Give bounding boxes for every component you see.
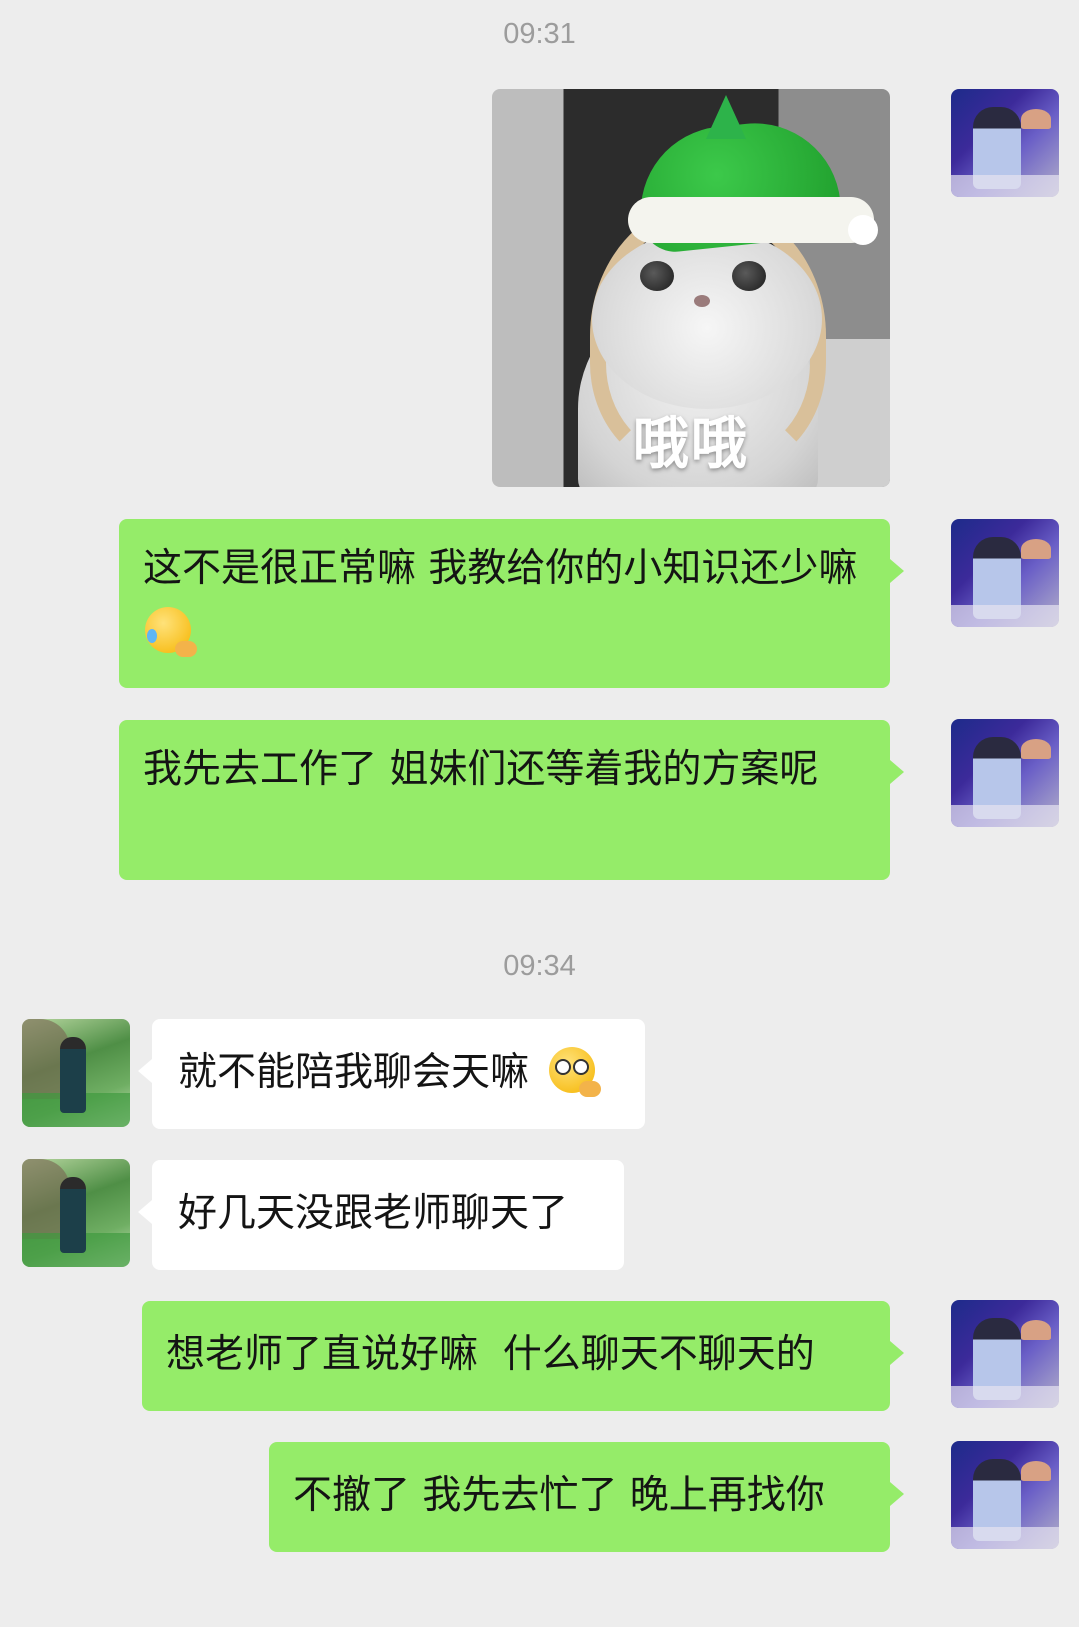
cat-sticker-image[interactable]: 哦哦 (492, 89, 890, 487)
contact-avatar[interactable] (22, 1159, 130, 1267)
message-text: 这不是很正常嘛 我教给你的小知识还少嘛 (143, 546, 858, 591)
face-with-tears-of-joy-icon (145, 607, 197, 657)
message-text: 就不能陪我聊会天嘛 (178, 1050, 530, 1095)
pleading-face-icon (549, 1047, 602, 1097)
message-bubble[interactable]: 就不能陪我聊会天嘛 (138, 1019, 645, 1129)
my-avatar[interactable] (951, 519, 1059, 627)
contact-avatar[interactable] (22, 1019, 130, 1127)
message-text: 不撤了 我先去忙了 晚上再找你 (293, 1473, 825, 1518)
message-text: 想老师了直说好嘛 什么聊天不聊天的 (166, 1332, 815, 1377)
timestamp: 09:34 (503, 950, 576, 982)
message-bubble[interactable]: 我先去工作了 姐妹们还等着我的方案呢 (119, 720, 904, 880)
message-text: 我先去工作了 姐妹们还等着我的方案呢 (143, 747, 819, 792)
my-avatar[interactable] (951, 1441, 1059, 1549)
message-bubble[interactable]: 这不是很正常嘛 我教给你的小知识还少嘛 (119, 519, 904, 688)
message-text: 好几天没跟老师聊天了 (178, 1191, 569, 1236)
my-avatar[interactable] (951, 1300, 1059, 1408)
my-avatar[interactable] (951, 719, 1059, 827)
message-bubble[interactable]: 好几天没跟老师聊天了 (138, 1160, 624, 1270)
sticker-caption: 哦哦 (633, 412, 749, 477)
message-bubble[interactable]: 不撤了 我先去忙了 晚上再找你 (269, 1442, 904, 1552)
message-bubble[interactable]: 想老师了直说好嘛 什么聊天不聊天的 (142, 1301, 904, 1411)
my-avatar[interactable] (951, 89, 1059, 197)
timestamp: 09:31 (503, 18, 576, 50)
